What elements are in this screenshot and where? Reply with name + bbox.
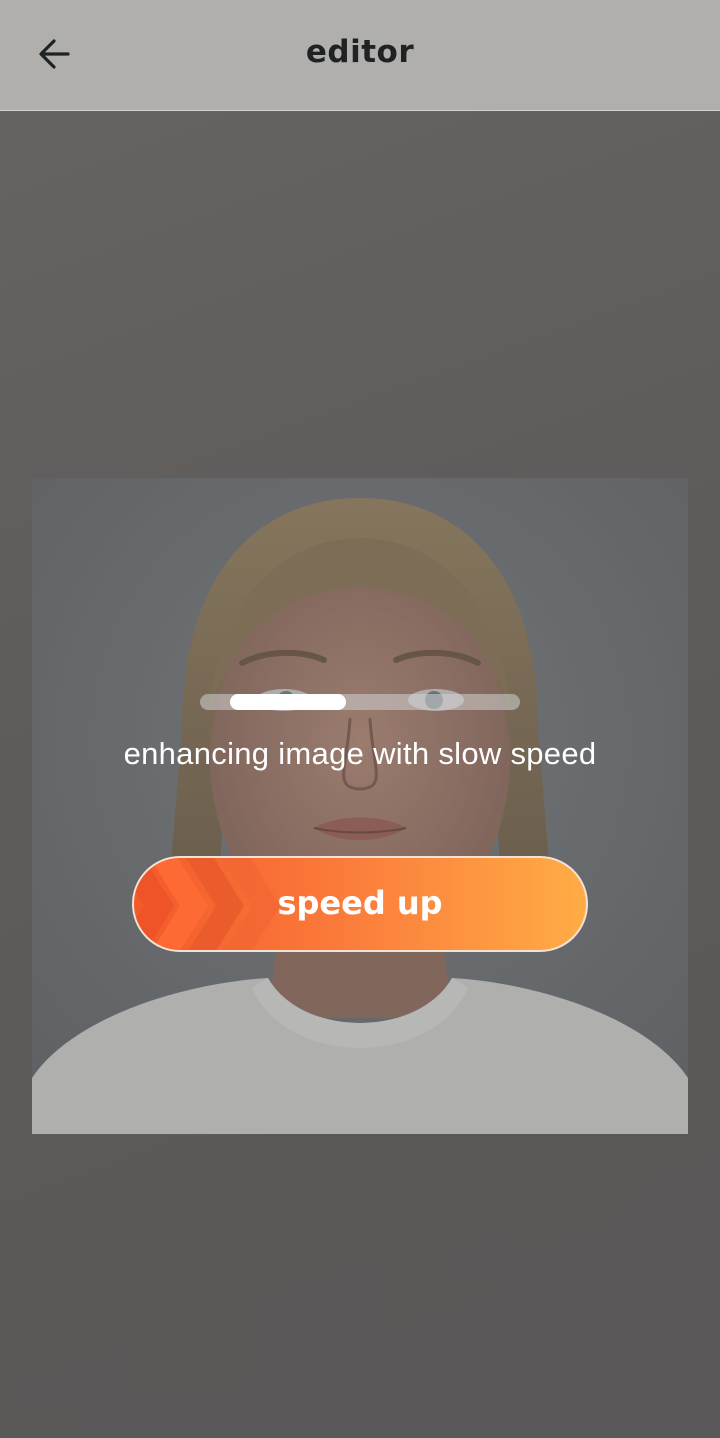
status-text: enhancing image with slow speed <box>123 736 597 771</box>
speed-up-button[interactable]: speed up <box>132 856 588 952</box>
progress-indicator <box>230 694 346 710</box>
speed-up-label: speed up <box>277 884 443 922</box>
progress-bar <box>200 694 520 710</box>
preview-image: enhancing image with slow speed speed up <box>32 478 688 1134</box>
app-header: editor <box>0 0 720 111</box>
page-title: editor <box>305 34 415 70</box>
dim-overlay <box>32 478 688 1134</box>
